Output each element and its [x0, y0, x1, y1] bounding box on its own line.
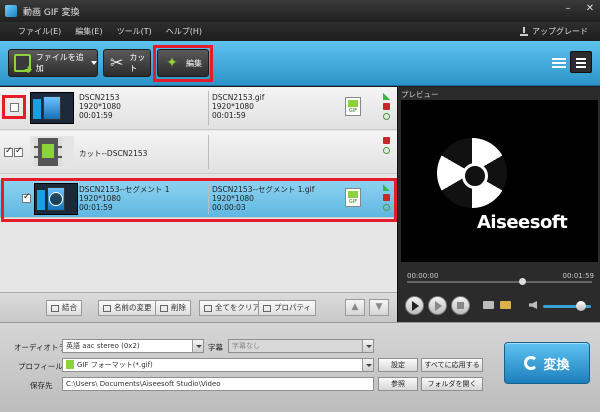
minimize-icon[interactable]: – [562, 3, 574, 15]
audio-track-select[interactable]: 英語 aac stereo (0x2) [62, 339, 204, 353]
logo-text: Aiseesoft [477, 212, 568, 233]
output-name: DSCN2153.gif [212, 93, 265, 102]
apply-all-button[interactable]: すべてに応用する [421, 358, 483, 372]
convert-label: 変換 [543, 357, 570, 373]
preview-panel: プレビュー Aiseesoft 00:00:00 00:01:59 [397, 87, 600, 322]
profile-select[interactable]: GIF フォーマット(*.gif) [62, 358, 374, 372]
highlight-box-edit [153, 45, 213, 82]
list-view-icon[interactable] [552, 56, 566, 70]
row-options-icon[interactable] [383, 147, 390, 154]
gif-profile-icon [66, 360, 74, 369]
upgrade-link[interactable]: アップグレード [520, 26, 588, 37]
add-file-button[interactable]: ファイルを追加 [8, 49, 98, 77]
next-frame-button[interactable] [428, 296, 447, 315]
settings-button[interactable]: 設定 [378, 358, 418, 372]
stop-icon [457, 302, 464, 309]
move-down-button[interactable]: ▼ [369, 299, 389, 316]
seek-track[interactable] [407, 278, 592, 285]
file-resolution: 1920*1080 [79, 102, 121, 111]
file-name: カット--DSCN2153 [79, 149, 148, 158]
upgrade-label: アップグレード [532, 27, 588, 36]
browse-button[interactable]: 参照 [378, 377, 418, 391]
snapshot-icon[interactable] [483, 301, 494, 309]
play-icon [412, 301, 419, 311]
file-duration: 00:01:59 [79, 111, 113, 120]
cut-label: カット [129, 53, 146, 73]
seek-handle[interactable] [518, 278, 526, 285]
menu-tools[interactable]: ツール(T) [117, 26, 152, 37]
settings-panel: オーディオトラック 英語 aac stereo (0x2) 字幕 字幕なし プロ… [0, 322, 600, 412]
chevron-down-icon[interactable] [362, 340, 373, 352]
open-folder-button[interactable]: フォルダを開く [421, 377, 483, 391]
forward-icon [435, 301, 442, 311]
row-options-icon[interactable] [383, 113, 390, 120]
subtitle-label: 字幕 [208, 343, 223, 352]
row-expand-checkbox[interactable] [4, 146, 13, 157]
file-name: DSCN2153 [79, 93, 120, 102]
destination-input[interactable]: C:\Users\ Documents\Aiseesoft Studio\Vid… [62, 377, 374, 391]
move-up-button[interactable]: ▲ [345, 299, 365, 316]
stop-button[interactable] [451, 296, 470, 315]
output-resolution: 1920*1080 [212, 102, 254, 111]
add-file-icon [14, 54, 33, 76]
gif-format-icon[interactable]: GIF [345, 97, 361, 116]
file-row[interactable]: カット--DSCN2153 [0, 131, 397, 174]
timeline[interactable]: 00:00:00 00:01:59 [401, 272, 598, 285]
volume-handle[interactable] [576, 301, 587, 311]
video-thumbnail [30, 92, 74, 124]
rename-icon [103, 304, 111, 312]
menu-help[interactable]: ヘルプ(H) [166, 26, 202, 37]
app-icon [5, 5, 17, 17]
menu-file[interactable]: ファイル(E) [18, 26, 61, 37]
output-duration: 00:01:59 [212, 111, 246, 120]
preview-label: プレビュー [401, 90, 439, 99]
time-total: 00:01:59 [562, 272, 594, 280]
highlight-box-checkbox [2, 95, 26, 119]
chevron-down-icon[interactable] [91, 61, 97, 65]
clear-all-icon [204, 304, 212, 312]
rename-button[interactable]: 名前の変更 [98, 300, 157, 316]
time-current: 00:00:00 [407, 272, 439, 280]
edit-row-icon[interactable] [383, 93, 390, 100]
list-action-bar: 結合 名前の変更 削除 全てをクリア プロパティ ▲ ▼ [0, 292, 397, 322]
cut-button[interactable]: ✂ カット [103, 49, 151, 77]
add-file-label: ファイルを追加 [35, 53, 84, 73]
convert-button[interactable]: 変換 [504, 342, 590, 384]
download-icon [520, 27, 528, 36]
scissors-icon: ✂ [110, 53, 124, 72]
folder-icon[interactable] [500, 301, 511, 309]
app-title: 動画 GIF 変換 [23, 7, 80, 18]
close-icon[interactable]: ✕ [584, 3, 596, 15]
title-bar: 動画 GIF 変換 – ✕ [0, 0, 600, 22]
merge-button[interactable]: 結合 [46, 300, 82, 316]
merge-icon [51, 304, 59, 312]
volume-icon[interactable] [529, 301, 537, 309]
subtitle-select[interactable]: 字幕なし [228, 339, 374, 353]
clear-all-button[interactable]: 全てをクリア [199, 300, 265, 316]
delete-row-icon[interactable] [383, 137, 390, 144]
profile-label: プロフィール [18, 362, 63, 371]
chevron-down-icon[interactable] [362, 359, 373, 371]
properties-icon [263, 304, 271, 312]
file-row[interactable]: DSCN2153 1920*1080 00:01:59 DSCN2153.gif… [0, 87, 397, 130]
properties-button[interactable]: プロパティ [258, 300, 317, 316]
menu-bar: ファイル(E) 編集(E) ツール(T) ヘルプ(H) アップグレード [0, 22, 600, 41]
chevron-down-icon[interactable] [192, 340, 203, 352]
detail-view-icon[interactable] [570, 51, 592, 73]
destination-label: 保存先 [30, 381, 53, 390]
delete-button[interactable]: 削除 [155, 300, 191, 316]
play-button[interactable] [405, 296, 424, 315]
aiseesoft-logo-icon [437, 138, 507, 208]
film-clip-icon [30, 136, 74, 168]
delete-icon [160, 304, 168, 312]
convert-icon [524, 356, 539, 370]
delete-row-icon[interactable] [383, 103, 390, 110]
player-controls [401, 292, 598, 318]
toolbar: ファイルを追加 ✂ カット ✦ 編集 [0, 41, 600, 86]
menu-edit[interactable]: 編集(E) [75, 26, 102, 37]
highlight-box-segment-row [1, 178, 397, 222]
row-checkbox[interactable] [14, 146, 23, 157]
preview-screen: Aiseesoft [401, 100, 598, 262]
